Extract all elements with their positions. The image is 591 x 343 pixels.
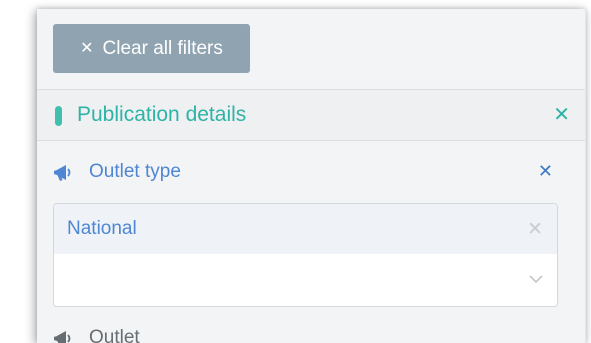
publication-details-body: Outlet type ✕ National ✕ Outlet <box>37 141 563 343</box>
publication-details-header[interactable]: Publication details ✕ <box>37 89 585 141</box>
close-icon[interactable]: ✕ <box>553 102 570 127</box>
outlet-filter-header: Outlet <box>53 327 453 343</box>
outlet-type-select[interactable]: National ✕ <box>53 203 558 307</box>
section-marker <box>55 106 62 126</box>
clear-all-filters-label: Clear all filters <box>102 37 223 59</box>
chevron-down-icon[interactable] <box>529 272 543 286</box>
close-icon[interactable]: ✕ <box>527 218 543 241</box>
section-title: Publication details <box>77 103 247 126</box>
close-icon[interactable]: ✕ <box>538 161 553 182</box>
page: ✕ Clear all filters Publication details … <box>0 0 591 343</box>
close-icon: ✕ <box>80 39 94 57</box>
megaphone-icon <box>54 165 71 181</box>
megaphone-icon <box>54 331 71 343</box>
selected-option-label: National <box>67 218 137 239</box>
outlet-label: Outlet <box>89 327 140 343</box>
outlet-type-label: Outlet type <box>89 161 181 182</box>
filter-panel: ✕ Clear all filters Publication details … <box>37 9 586 343</box>
clear-all-filters-button[interactable]: ✕ Clear all filters <box>53 24 250 73</box>
outlet-type-filter-header: Outlet type ✕ <box>53 161 553 187</box>
select-search-input[interactable] <box>54 254 557 306</box>
selected-option: National ✕ <box>54 204 557 254</box>
